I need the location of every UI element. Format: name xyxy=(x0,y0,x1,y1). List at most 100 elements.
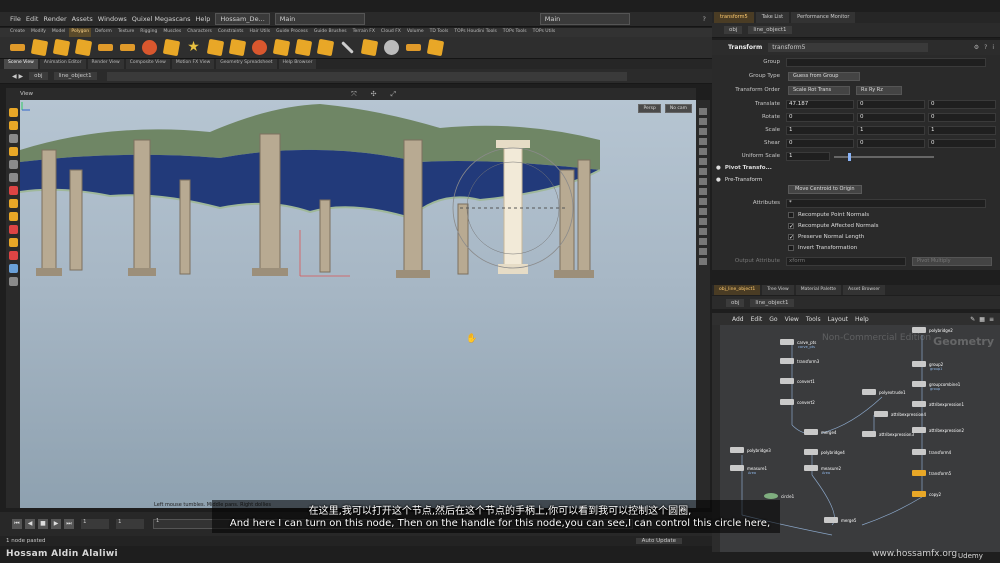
knife-tool-icon[interactable] xyxy=(294,38,313,57)
network-menu-help[interactable]: Help xyxy=(855,316,869,323)
uniform-scale-slider[interactable] xyxy=(834,153,934,161)
network-node[interactable]: attribexpression2 xyxy=(912,427,964,433)
group-field[interactable] xyxy=(786,58,986,67)
display-option-icon-15[interactable] xyxy=(699,248,707,255)
network-node[interactable]: measure2 Area xyxy=(804,465,841,475)
poly-reduce-tool-icon[interactable] xyxy=(206,38,225,57)
tab-composite-view[interactable]: Composite View xyxy=(125,59,170,69)
network-node[interactable]: attribexpression1 xyxy=(912,401,964,407)
display-option-icon-6[interactable] xyxy=(699,158,707,165)
network-path-obj[interactable]: obj xyxy=(726,298,745,307)
pose-tool-icon[interactable] xyxy=(8,225,18,234)
display-option-icon-8[interactable] xyxy=(699,178,707,185)
network-node[interactable]: group2 group1 xyxy=(912,361,943,371)
translate-x-field[interactable]: 47.187 xyxy=(786,100,854,109)
tab-motion-fx-view[interactable]: Motion FX View xyxy=(171,59,215,69)
list-icon[interactable]: ≡ xyxy=(989,316,994,323)
shelf-tab-characters[interactable]: Characters xyxy=(185,28,214,37)
rotate-x-field[interactable]: 0 xyxy=(786,113,854,122)
gear-tool-icon[interactable] xyxy=(384,40,399,55)
shelf-tab-tops-tools[interactable]: TOPs Tools xyxy=(501,28,529,37)
remesh-tool-icon[interactable] xyxy=(426,38,445,57)
tab-material-palette[interactable]: Material Palette xyxy=(795,285,842,295)
info-icon[interactable]: i xyxy=(992,44,994,51)
network-node[interactable]: groupcombine1 group xyxy=(912,381,960,391)
group-type-dropdown[interactable]: Guess from Group xyxy=(788,72,860,81)
facet-tool-icon[interactable] xyxy=(316,38,335,57)
network-path-object[interactable]: line_object1 xyxy=(750,298,794,307)
tab-geometry-spreadsheet[interactable]: Geometry Spreadsheet xyxy=(216,59,277,69)
snap-icon[interactable]: ✣ xyxy=(371,90,377,99)
translate-y-field[interactable]: 0 xyxy=(857,100,925,109)
transform-order-dropdown[interactable]: Scale Rot Trans xyxy=(788,86,850,95)
param-path-obj[interactable]: obj xyxy=(724,26,743,34)
display-option-icon-7[interactable] xyxy=(699,168,707,175)
shelf-tab-guide-brushes[interactable]: Guide Brushes xyxy=(312,28,349,37)
network-menu-view[interactable]: View xyxy=(785,316,799,323)
display-option-icon-9[interactable] xyxy=(699,188,707,195)
extrude-tool-icon[interactable] xyxy=(74,38,93,57)
network-node[interactable]: polybridge3 xyxy=(730,447,771,453)
tab-asset-browser[interactable]: Asset Browser xyxy=(843,285,885,295)
auto-update-menu[interactable]: Auto Update xyxy=(635,538,682,544)
shelf-tab-create[interactable]: Create xyxy=(8,28,27,37)
path-crumb-object[interactable]: line_object1 xyxy=(53,72,97,80)
preserve-normal-length-checkbox[interactable]: ✓ Preserve Normal Length xyxy=(788,234,864,241)
camera-tool-icon[interactable] xyxy=(8,264,18,273)
tab-take-list[interactable]: Take List xyxy=(755,12,790,23)
wrench-icon[interactable]: ✎ xyxy=(970,316,975,323)
display-option-icon-13[interactable] xyxy=(699,228,707,235)
display-option-icon-16[interactable] xyxy=(699,258,707,265)
cube-tool-icon[interactable] xyxy=(52,38,71,57)
display-option-icon-11[interactable] xyxy=(699,208,707,215)
pointer-icon[interactable] xyxy=(8,160,18,169)
network-node[interactable]: transform4 xyxy=(912,449,951,455)
shelf-tab-volume[interactable]: Volume xyxy=(405,28,426,37)
grid-icon[interactable]: ▦ xyxy=(979,316,985,323)
network-node[interactable]: polybridge4 xyxy=(804,449,845,455)
line-tool-icon[interactable] xyxy=(341,41,354,54)
network-node[interactable]: measure1 Area xyxy=(730,465,767,475)
tab-transform5[interactable]: transform5 xyxy=(714,12,754,23)
menu-assets[interactable]: Assets xyxy=(72,15,93,23)
attributes-field[interactable]: * xyxy=(786,199,986,208)
network-node[interactable]: carve_pts carve_pts xyxy=(780,339,816,349)
subdivide-tool-icon[interactable] xyxy=(162,38,181,57)
shelf-tab-cloud-fx[interactable]: Cloud FX xyxy=(379,28,403,37)
shear-y-field[interactable]: 0 xyxy=(857,139,925,148)
shelf-tab-muscles[interactable]: Muscles xyxy=(161,28,183,37)
shelf-tab-hair-utils[interactable]: Hair Utils xyxy=(248,28,273,37)
view-tool-icon[interactable] xyxy=(8,238,18,247)
tab-performance-monitor[interactable]: Performance Monitor xyxy=(791,12,856,23)
select-tool-icon[interactable] xyxy=(8,108,18,117)
rotation-order-dropdown[interactable]: Rx Ry Rz xyxy=(856,86,902,95)
pivot-transform-folder[interactable]: ● Pivot Transfo... xyxy=(716,165,772,171)
help-icon[interactable]: ? xyxy=(984,44,987,51)
sphere-tool-icon[interactable] xyxy=(142,40,157,55)
display-option-icon-1[interactable] xyxy=(699,108,707,115)
scale-z-field[interactable]: 1 xyxy=(928,126,996,135)
poly-tool-icon[interactable] xyxy=(10,44,25,51)
display-option-icon-5[interactable] xyxy=(699,148,707,155)
render-region-icon[interactable] xyxy=(8,277,18,286)
workspace-selector[interactable]: Main xyxy=(274,13,365,25)
tab-render-view[interactable]: Render View xyxy=(87,59,124,69)
tab-scene-view[interactable]: Scene View xyxy=(4,59,38,69)
display-option-icon-2[interactable] xyxy=(699,118,707,125)
smooth-tool-icon[interactable] xyxy=(252,40,267,55)
path-crumb-obj[interactable]: obj xyxy=(29,72,48,80)
shelf-tab-constraints[interactable]: Constraints xyxy=(216,28,246,37)
shelf-tab-modify[interactable]: Modify xyxy=(29,28,48,37)
shelf-tab-texture[interactable]: Texture xyxy=(116,28,136,37)
network-node[interactable]: polybridge2 xyxy=(912,327,953,333)
tab-tree-view[interactable]: Tree View xyxy=(762,285,794,295)
shear-x-field[interactable]: 0 xyxy=(786,139,854,148)
menu-windows[interactable]: Windows xyxy=(98,15,127,23)
handle-icon[interactable]: ⤧ xyxy=(351,90,357,99)
display-option-icon-14[interactable] xyxy=(699,238,707,245)
shelf-tab-model[interactable]: Model xyxy=(50,28,68,37)
rotate-tool-icon[interactable] xyxy=(8,186,18,195)
shelf-tab-tops-utils[interactable]: TOPs Utils xyxy=(531,28,558,37)
display-option-icon-12[interactable] xyxy=(699,218,707,225)
display-option-icon-10[interactable] xyxy=(699,198,707,205)
